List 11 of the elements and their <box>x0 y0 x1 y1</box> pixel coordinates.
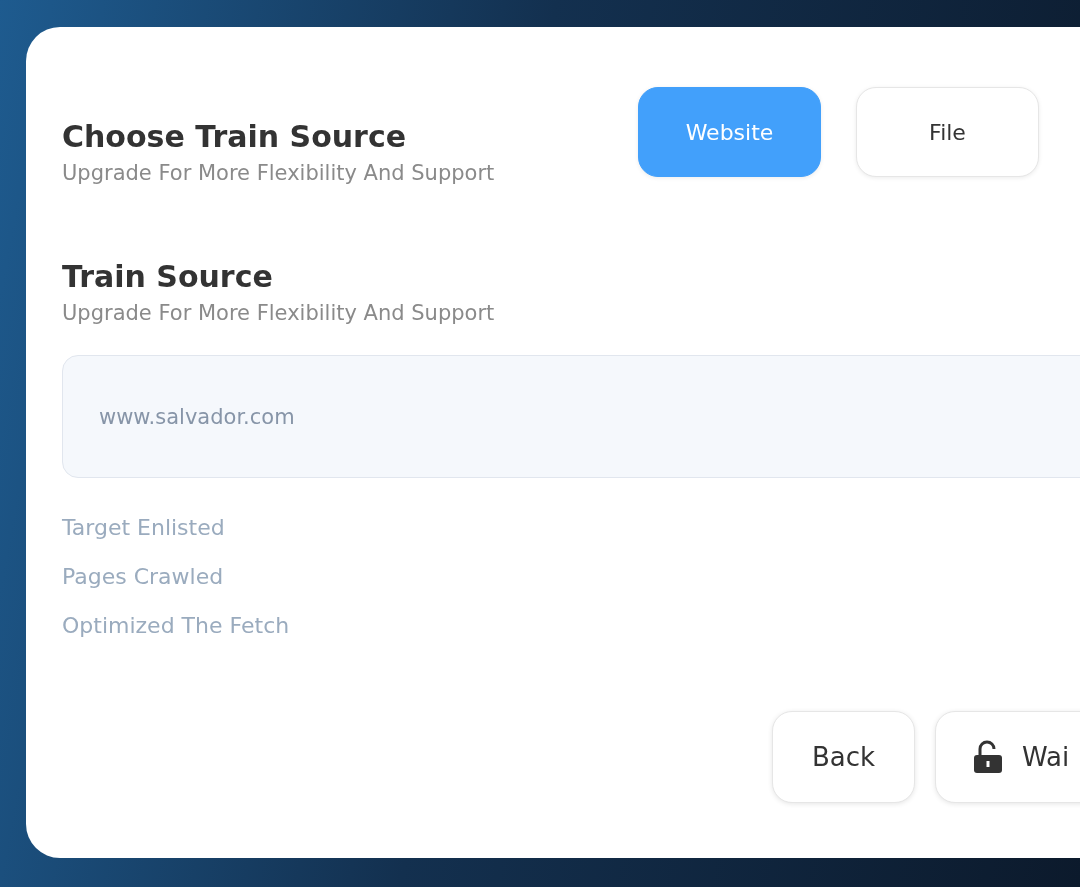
status-text: Optimized The Fetch <box>62 612 290 640</box>
status-text: Pages Crawled <box>62 563 225 591</box>
subtitle: Upgrade For More Flexibility And Support <box>62 300 495 327</box>
back-button[interactable]: Back <box>772 711 915 803</box>
unlock-button[interactable]: Wai <box>935 711 1080 803</box>
url-field[interactable]: www.salvador.com <box>62 355 1080 478</box>
source-option[interactable]: File <box>856 87 1039 177</box>
heading: Choose Train Source <box>62 119 408 155</box>
subtitle: Upgrade For More Flexibility And Support <box>62 160 496 187</box>
status-text: Target Enlisted <box>62 514 226 542</box>
heading: Train Source <box>62 259 273 295</box>
